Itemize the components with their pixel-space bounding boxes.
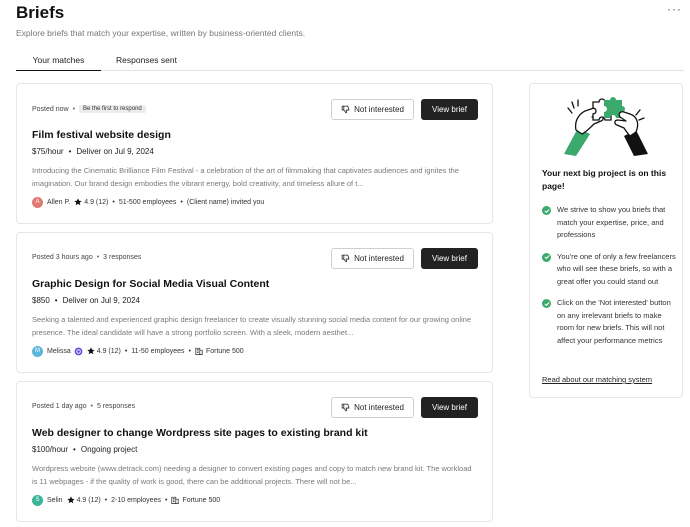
building-icon (171, 496, 180, 504)
more-options-button[interactable]: ··· (667, 2, 682, 16)
client-tag: Fortune 500 (182, 496, 221, 504)
page-subtitle: Explore briefs that match your expertise… (16, 28, 306, 38)
not-interested-button[interactable]: Not interested (331, 99, 414, 120)
not-interested-button[interactable]: Not interested (331, 248, 414, 269)
brief-card: Posted now • Be the first to respond Not… (16, 83, 493, 224)
brief-description: Introducing the Cinematic Brilliance Fil… (32, 166, 459, 188)
check-circle-icon (542, 206, 551, 215)
brief-title[interactable]: Graphic Design for Social Media Visual C… (32, 278, 269, 290)
client-tag: Fortune 500 (205, 347, 244, 355)
tab-bar: Your matches Responses sent (16, 55, 684, 71)
first-to-respond-badge: Be the first to respond (79, 105, 146, 113)
client-size: 11-50 employees (131, 347, 185, 355)
thumbs-down-icon (341, 105, 350, 114)
client-rating: 4.9 (12) (76, 496, 101, 504)
brief-deadline: Deliver on Jul 9, 2024 (62, 296, 140, 305)
check-circle-icon (542, 252, 551, 262)
thumbs-down-icon (341, 403, 350, 412)
view-brief-button[interactable]: View brief (421, 397, 478, 418)
matching-info-panel: Your next big project is on this page! W… (529, 83, 683, 398)
client-info: A Allen P. 4.9 (12) • 51-500 employees •… (32, 196, 264, 208)
view-brief-button[interactable]: View brief (421, 248, 478, 269)
not-interested-label: Not interested (354, 254, 404, 263)
brief-rate: $100/hour (32, 445, 69, 454)
invitation-note: (Client name) invited you (186, 198, 265, 206)
hands-puzzle-illustration (560, 96, 652, 156)
panel-title: Your next big project is on this page! (542, 168, 667, 191)
posted-time: Posted now (32, 105, 69, 113)
verified-badge-icon (74, 347, 83, 356)
client-size: 51-500 employees (118, 198, 177, 206)
view-brief-button[interactable]: View brief (421, 99, 478, 120)
client-size: 2-10 employees (111, 496, 161, 504)
avatar: A (32, 196, 43, 208)
list-item: You're one of only a few freelancers who… (542, 251, 678, 289)
not-interested-label: Not interested (354, 105, 404, 114)
list-item: We strive to show you briefs that match … (542, 204, 678, 242)
brief-title[interactable]: Web designer to change Wordpress site pa… (32, 427, 368, 439)
building-icon (195, 347, 203, 355)
posted-time: Posted 1 day ago (32, 403, 87, 410)
client-name[interactable]: Melissa (47, 348, 71, 355)
brief-terms: $75/hour • Deliver on Jul 9, 2024 (32, 147, 154, 156)
client-name[interactable]: Selin (47, 497, 63, 504)
brief-deadline: Deliver on Jul 9, 2024 (76, 147, 154, 156)
not-interested-label: Not interested (354, 403, 404, 412)
brief-description: Wordpress website (www.detrack.com) need… (32, 464, 472, 486)
posted-time: Posted 3 hours ago (32, 254, 93, 261)
star-icon (87, 347, 95, 355)
brief-rate: $850 (32, 296, 50, 305)
tab-your-matches[interactable]: Your matches (16, 55, 101, 71)
brief-meta: Posted 3 hours ago • 3 responses (32, 254, 142, 261)
brief-rate: $75/hour (32, 147, 64, 156)
brief-terms: $100/hour • Ongoing project (32, 445, 138, 454)
response-count: 3 responses (103, 254, 142, 261)
brief-description: Seeking a talented and experienced graph… (32, 315, 472, 337)
brief-meta: Posted 1 day ago • 5 responses (32, 403, 136, 410)
not-interested-button[interactable]: Not interested (331, 397, 414, 418)
client-info: M Melissa 4.9 (12) • 11-50 employees • F… (32, 345, 244, 357)
brief-title[interactable]: Film festival website design (32, 129, 171, 141)
matching-system-link[interactable]: Read about our matching system (542, 375, 652, 384)
brief-deadline: Ongoing project (80, 445, 138, 454)
brief-card: Posted 1 day ago • 5 responses Not inter… (16, 381, 493, 522)
thumbs-down-icon (341, 254, 350, 263)
client-rating: 4.9 (12) (84, 198, 109, 206)
response-count: 5 responses (96, 403, 136, 410)
avatar: S (32, 494, 43, 506)
avatar: M (32, 345, 43, 357)
star-icon (74, 198, 82, 206)
tab-responses-sent[interactable]: Responses sent (116, 55, 177, 71)
brief-terms: $850 • Deliver on Jul 9, 2024 (32, 296, 140, 305)
client-rating: 4.9 (12) (96, 347, 121, 355)
client-name[interactable]: Allen P. (47, 199, 70, 206)
benefit-list: We strive to show you briefs that match … (542, 204, 678, 356)
brief-card: Posted 3 hours ago • 3 responses Not int… (16, 232, 493, 373)
page-title: Briefs (16, 3, 65, 22)
check-circle-icon (542, 299, 551, 308)
client-info: S Selin 4.9 (12) • 2-10 employees • Fort… (32, 494, 220, 506)
list-item: Click on the 'Not interested' button on … (542, 297, 678, 347)
star-icon (66, 496, 75, 504)
brief-meta: Posted now • Be the first to respond (32, 105, 146, 113)
